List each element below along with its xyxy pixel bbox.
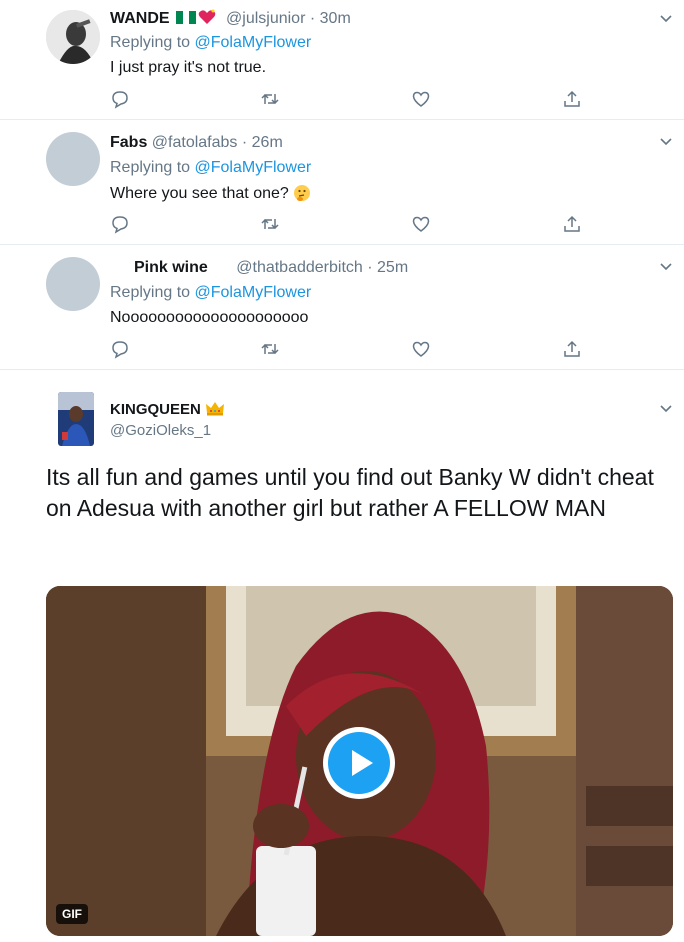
retweet-icon[interactable] (260, 89, 280, 109)
replying-label: Replying to (110, 284, 191, 301)
gif-badge: GIF (56, 904, 88, 924)
user-handle[interactable]: @julsjunior (226, 10, 305, 27)
separator: · (241, 134, 248, 151)
reply-icon[interactable] (110, 89, 130, 109)
user-handle[interactable]: @GoziOleks_1 (110, 422, 211, 439)
display-name[interactable]: WANDE (110, 10, 170, 27)
avatar[interactable] (46, 257, 100, 311)
tweet-text: Nooooooooooooooooooooo (110, 309, 309, 326)
tweet-text: I just pray it's not true. (110, 59, 267, 76)
display-name[interactable]: Pink wine (134, 259, 208, 276)
nigeria-flag-icon (175, 11, 196, 24)
share-icon[interactable] (562, 89, 582, 109)
replying-label: Replying to (110, 159, 191, 176)
user-handle[interactable]: @thatbadderbitch (236, 259, 363, 276)
display-name[interactable]: KINGQUEEN (110, 401, 201, 418)
timestamp[interactable]: 30m (320, 10, 351, 27)
chevron-down-icon[interactable] (659, 12, 673, 26)
tweet-text: Its all fun and games until you find out… (46, 464, 654, 521)
timestamp[interactable]: 25m (377, 259, 408, 276)
separator: · (367, 259, 373, 276)
reply-icon[interactable] (110, 339, 130, 359)
sparkling-heart-icon (198, 9, 215, 24)
avatar[interactable] (46, 10, 100, 64)
thinking-face-icon (293, 185, 310, 201)
retweet-icon[interactable] (260, 339, 280, 359)
mention-link[interactable]: @FolaMyFlower (195, 159, 312, 176)
avatar[interactable] (46, 132, 100, 186)
share-icon[interactable] (562, 339, 582, 359)
separator: · (309, 10, 316, 27)
play-icon[interactable] (322, 726, 396, 800)
mention-link[interactable]: @FolaMyFlower (195, 34, 312, 51)
like-icon[interactable] (411, 214, 431, 234)
retweet-icon[interactable] (260, 214, 280, 234)
replying-label: Replying to (110, 34, 191, 51)
chevron-down-icon[interactable] (659, 135, 673, 149)
share-icon[interactable] (562, 214, 582, 234)
like-icon[interactable] (411, 89, 431, 109)
reply-tweet[interactable]: Fabs @fatolafabs · 26m Replying to @Fola… (0, 120, 684, 245)
chevron-down-icon[interactable] (659, 260, 673, 274)
crown-icon (205, 402, 224, 416)
like-icon[interactable] (411, 339, 431, 359)
chevron-down-icon[interactable] (659, 402, 673, 416)
mention-link[interactable]: @FolaMyFlower (195, 284, 312, 301)
timestamp[interactable]: 26m (252, 134, 283, 151)
avatar[interactable] (58, 392, 94, 446)
tweet-text: Where you see that one? (110, 185, 289, 202)
reply-tweet[interactable]: Pink wine @thatbadderbitch · 25m Replyin… (0, 245, 684, 370)
display-name[interactable]: Fabs (110, 134, 147, 151)
reply-icon[interactable] (110, 214, 130, 234)
user-handle[interactable]: @fatolafabs (152, 134, 238, 151)
reply-tweet[interactable]: WANDE @julsjunior · 30m Replying to @Fol… (0, 0, 684, 120)
